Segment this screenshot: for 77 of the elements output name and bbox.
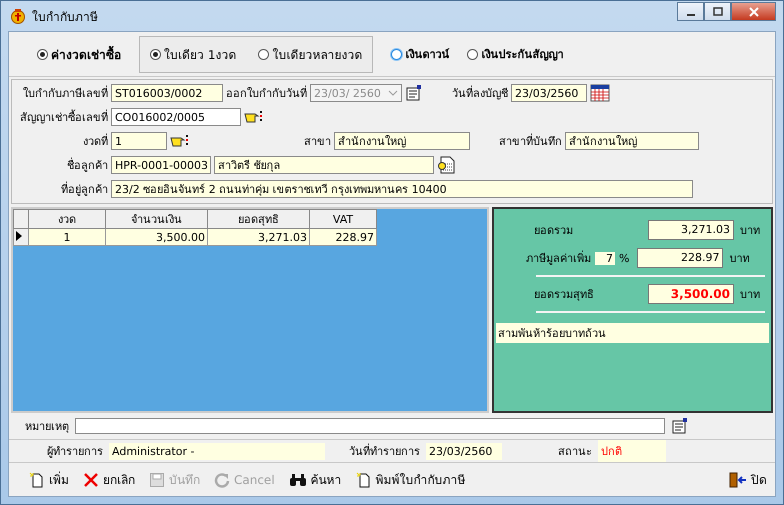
summary-label: ยอดรวมสุทธิ xyxy=(534,287,595,303)
amount-in-words: สามพันห้าร้อยบาทถ้วน xyxy=(496,323,769,343)
radio-option[interactable]: เงินประกันสัญญา xyxy=(467,45,564,63)
amount-field: 228.97 xyxy=(637,248,724,268)
input-field[interactable]: 23/2 ซอยอินจันทร์ 2 ถนนท่าคุ่ม เขตราชเทวี กรุงเทพมหานคร 10400 xyxy=(111,180,693,198)
field-label: วันที่ลงบัญชี xyxy=(452,84,508,102)
input-field[interactable]: สำนักงานใหญ่ xyxy=(334,132,470,150)
input-field[interactable]: ST016003/0002 xyxy=(111,84,223,102)
column-header: งวด xyxy=(28,210,106,228)
input-field[interactable]: 23/03/2560 xyxy=(511,84,587,102)
input-field[interactable]: สาวิตรี ชัยกุล xyxy=(214,156,434,174)
window-title: ใบกำกับภาษี xyxy=(32,8,98,26)
table-cell: 3,500.00 xyxy=(106,228,208,246)
field-label: หมายเหตุ xyxy=(24,419,69,435)
amount-field: 3,271.03 xyxy=(648,220,734,240)
row-header xyxy=(14,210,28,228)
radio-option[interactable]: ใบเดียวหลายงวด xyxy=(258,44,362,64)
field-label: วันที่ทำรายการ xyxy=(349,442,420,460)
field-label: สาขา xyxy=(303,134,331,150)
input-field[interactable]: สำนักงานใหญ่ xyxy=(565,132,699,150)
rate-field[interactable]: 7 xyxy=(595,252,615,264)
maximize-button[interactable] xyxy=(704,2,731,21)
field-label: ผู้ทำรายการ xyxy=(47,444,103,460)
unit-label: บาท xyxy=(740,223,760,239)
table-cell: 3,271.03 xyxy=(208,228,310,246)
input-field[interactable]: CO016002/0005 xyxy=(111,108,241,126)
close-icon xyxy=(748,6,760,16)
field-label: ที่อยู่ลูกค้า xyxy=(60,180,108,198)
table-cell: 1 xyxy=(28,228,106,246)
minimize-icon xyxy=(686,14,694,16)
info-value: 23/03/2560 xyxy=(426,442,502,460)
toolbar-button[interactable]: เพิ่ม xyxy=(27,468,71,491)
calendar-icon[interactable] xyxy=(590,84,610,102)
summary-label: ภาษีมูลค่าเพิ่ม xyxy=(526,250,591,267)
unit-label: บาท xyxy=(740,287,760,303)
toolbar-button[interactable]: ยกเลิก xyxy=(81,468,137,491)
binoculars-icon xyxy=(288,472,307,486)
field-label: ชื่อลูกค้า xyxy=(66,156,108,174)
field-label: งวดที่ xyxy=(82,132,108,150)
undo-icon xyxy=(214,472,230,488)
input-field[interactable]: HPR-0001-00003 xyxy=(111,156,211,174)
toolbar-button[interactable]: พิมพ์ใบกำกับภาษี xyxy=(354,468,468,491)
remark-field[interactable] xyxy=(75,418,665,434)
field-label: สถานะ xyxy=(558,444,592,460)
field-label: สัญญาเช่าซื้อเลขที่ xyxy=(19,108,108,126)
minimize-button[interactable] xyxy=(677,2,704,21)
summary-label: ยอดรวม xyxy=(534,223,574,239)
table-cell: 228.97 xyxy=(310,228,376,246)
field-label: สาขาที่บันทึก xyxy=(499,132,562,150)
row-selector[interactable] xyxy=(14,228,28,246)
info-value: Administrator - xyxy=(109,442,325,460)
total-field: 3,500.00 xyxy=(648,284,734,304)
document-icon[interactable] xyxy=(437,156,455,174)
radio-option[interactable]: ค่างวดเช่าซื้อ xyxy=(37,44,121,64)
percent-label: % xyxy=(619,252,630,264)
column-header: VAT xyxy=(310,210,376,228)
new-document-icon xyxy=(29,472,45,488)
status-value: ปกติ xyxy=(598,440,666,462)
cross-icon xyxy=(83,472,99,488)
new-document-icon xyxy=(356,472,372,488)
document-icon[interactable] xyxy=(671,418,689,434)
exit-door-icon xyxy=(729,472,747,488)
column-header: จำนวนเงิน xyxy=(106,210,208,228)
field-label: ออกใบกำกับวันที่ xyxy=(226,84,307,102)
row-pointer-icon xyxy=(16,230,22,240)
maximize-icon xyxy=(712,6,722,16)
toolbar-button[interactable]: ค้นหา xyxy=(286,468,344,491)
exit-button[interactable]: ปิด xyxy=(727,468,769,491)
document-icon[interactable] xyxy=(405,85,423,101)
field-label: ใบกำกับภาษีเลขที่ xyxy=(22,84,108,102)
input-field[interactable]: 1 xyxy=(111,132,167,150)
unit-label: บาท xyxy=(729,251,750,267)
chevron-down-icon xyxy=(388,90,398,96)
column-header: ยอดสุทธิ xyxy=(208,210,310,228)
radio-option[interactable]: เงินดาวน์ xyxy=(391,45,450,63)
close-button[interactable] xyxy=(731,2,776,21)
radio-option[interactable]: ใบเดียว 1งวด xyxy=(150,44,236,64)
